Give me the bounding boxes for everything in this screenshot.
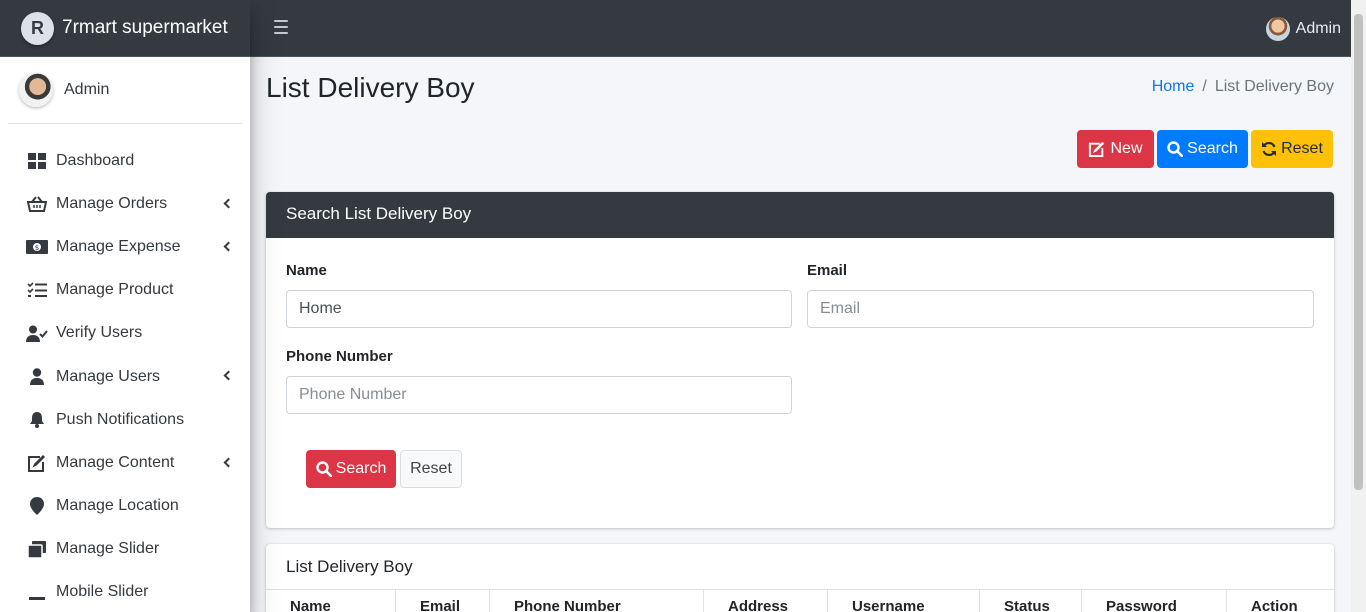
sidebar-item-manage-product[interactable]: Manage Product <box>0 269 250 312</box>
sidebar-item-label: Manage Slider <box>56 540 160 558</box>
list-card-title: List Delivery Boy <box>286 557 413 576</box>
sidebar-item-label: Manage Orders <box>56 194 168 212</box>
top-user-menu[interactable]: Admin <box>1265 17 1341 41</box>
breadcrumb-home-link[interactable]: Home <box>1152 78 1195 96</box>
sidebar-item-verify-users[interactable]: Verify Users <box>0 312 250 355</box>
name-label: Name <box>286 262 327 279</box>
sidebar-item-mobile-slider[interactable]: Mobile Slider <box>0 571 250 612</box>
basket-icon <box>26 195 48 213</box>
user-check-icon <box>26 324 48 342</box>
chevron-left-icon <box>223 368 233 384</box>
search-icon <box>1167 141 1184 157</box>
minus-icon <box>26 583 48 601</box>
search-card: Search List Delivery Boy Name Email Phon… <box>266 192 1334 528</box>
sidebar-item-dashboard[interactable]: Dashboard <box>0 139 250 182</box>
sidebar-item-manage-orders[interactable]: Manage Orders <box>0 182 250 225</box>
chevron-left-icon <box>223 195 233 211</box>
page-scrollbar[interactable] <box>1351 0 1366 612</box>
search-toggle-button[interactable]: Search <box>1157 130 1248 168</box>
sidebar-item-manage-users[interactable]: Manage Users <box>0 355 250 398</box>
sidebar-item-manage-content[interactable]: Manage Content <box>0 441 250 484</box>
sidebar-item-manage-expense[interactable]: $ Manage Expense <box>0 225 250 268</box>
menu-toggle-icon[interactable] <box>274 20 288 34</box>
search-button-label: Search <box>1187 140 1238 157</box>
search-submit-button[interactable]: Search <box>306 450 396 488</box>
sidebar-user-panel: Admin <box>8 57 242 124</box>
bell-icon <box>26 411 48 429</box>
user-icon <box>26 368 48 386</box>
refresh-icon <box>1262 141 1277 157</box>
top-navbar: Admin <box>250 0 1351 57</box>
search-reset-label: Reset <box>410 460 452 477</box>
top-user-avatar <box>1265 17 1290 41</box>
column-header[interactable]: Status <box>980 590 1082 612</box>
column-header[interactable]: Action <box>1227 590 1334 612</box>
sidebar-item-manage-location[interactable]: Manage Location <box>0 485 250 528</box>
sidebar-item-label: Mobile Slider <box>56 583 149 601</box>
top-user-name: Admin <box>1295 20 1341 37</box>
phone-label: Phone Number <box>286 348 393 365</box>
sidebar-item-label: Manage Location <box>56 497 179 515</box>
new-button[interactable]: New <box>1077 130 1154 168</box>
edit-icon <box>26 454 48 472</box>
action-bar: New Search Reset <box>1077 130 1333 168</box>
search-icon <box>315 461 332 477</box>
breadcrumb-separator: / <box>1202 78 1207 95</box>
name-input[interactable] <box>286 290 792 328</box>
chevron-left-icon <box>223 454 233 470</box>
column-header[interactable]: Password <box>1082 590 1227 612</box>
column-header[interactable]: Phone Number <box>490 590 704 612</box>
scrollbar-thumb[interactable] <box>1354 14 1363 490</box>
brand-text: 7rmart supermarket <box>62 17 228 38</box>
breadcrumb: Home / List Delivery Boy <box>1152 78 1334 96</box>
breadcrumb-current: List Delivery Boy <box>1214 78 1334 95</box>
sidebar-item-label: Push Notifications <box>56 410 185 428</box>
sidebar-user-name[interactable]: Admin <box>64 81 109 99</box>
search-card-title: Search List Delivery Boy <box>266 192 1334 238</box>
column-header[interactable]: Name <box>266 590 396 612</box>
page-title: List Delivery Boy <box>266 72 475 103</box>
table-header: Name Email Phone Number Address Username… <box>266 589 1334 612</box>
sidebar-item-label: Manage Expense <box>56 237 181 255</box>
phone-input[interactable] <box>286 376 792 414</box>
svg-text:$: $ <box>35 244 39 252</box>
reset-button-label: Reset <box>1281 140 1323 157</box>
sidebar-item-label: Manage Product <box>56 281 174 299</box>
brand-link[interactable]: R 7rmart supermarket <box>0 0 250 57</box>
money-icon: $ <box>26 238 48 256</box>
map-marker-icon <box>26 497 48 516</box>
chevron-left-icon <box>223 238 233 254</box>
brand-logo-icon: R <box>21 11 54 45</box>
sidebar-item-label: Manage Users <box>56 367 161 385</box>
list-card: List Delivery Boy Name Email Phone Numbe… <box>266 544 1334 612</box>
tasks-icon <box>26 281 48 299</box>
sidebar-nav: Dashboard Manage Orders $ Manage Expense… <box>0 139 250 612</box>
search-submit-label: Search <box>335 460 387 477</box>
column-header[interactable]: Email <box>396 590 490 612</box>
new-button-label: New <box>1110 140 1143 157</box>
email-input[interactable] <box>807 290 1314 328</box>
sidebar-item-push-notifications[interactable]: Push Notifications <box>0 398 250 441</box>
dashboard-icon <box>26 152 48 170</box>
sidebar-user-avatar <box>19 73 53 107</box>
sidebar-item-label: Dashboard <box>56 151 135 169</box>
reset-button[interactable]: Reset <box>1251 130 1333 168</box>
edit-icon <box>1089 141 1105 157</box>
sidebar-item-label: Manage Content <box>56 453 175 471</box>
sidebar: R 7rmart supermarket Admin Dashboard Man… <box>0 0 250 612</box>
sidebar-item-manage-slider[interactable]: Manage Slider <box>0 528 250 571</box>
email-label: Email <box>807 262 848 279</box>
sidebar-item-label: Verify Users <box>56 324 143 342</box>
search-reset-button[interactable]: Reset <box>400 450 462 488</box>
column-header[interactable]: Address <box>704 590 828 612</box>
column-header[interactable]: Username <box>828 590 980 612</box>
slider-icon <box>26 540 48 558</box>
